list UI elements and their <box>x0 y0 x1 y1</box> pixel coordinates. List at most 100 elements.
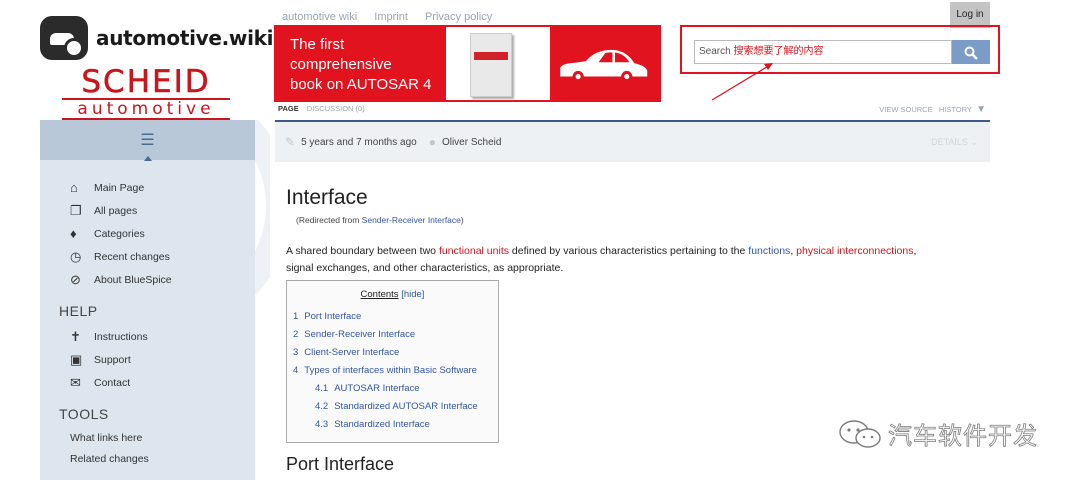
details-toggle[interactable]: DETAILS ⌄ <box>931 137 978 148</box>
automotive-wiki-logo[interactable]: automotive.wiki <box>40 16 274 60</box>
help-nav: ✝ Instructions ▣ Support ✉ Contact <box>40 325 255 394</box>
banner-text: The first comprehensive book on AUTOSAR … <box>276 27 446 100</box>
pages-icon: ❐ <box>70 202 82 218</box>
sidebar: ☰ ⌂ Main Page ❐ All pages ♦ Categories ◷ Rec… <box>40 120 255 480</box>
toc-hide-link[interactable]: [hide] <box>401 289 424 300</box>
toc-item[interactable]: 4 Types of interfaces within Basic Softwa… <box>287 362 498 380</box>
search-input[interactable]: Search 搜索想要了解的内容 <box>694 40 952 64</box>
sidebar-item-label: Support <box>94 353 131 366</box>
redirect-prefix: (Redirected from <box>296 215 362 225</box>
para-text: signal exchanges, and other characterist… <box>286 262 564 274</box>
para-text: defined by various characteristics perta… <box>508 245 749 257</box>
author-name: Oliver Scheid <box>441 136 502 148</box>
toc-label: Port Interface <box>304 311 362 322</box>
user-icon: ● <box>428 135 436 149</box>
tab-page[interactable]: PAGE <box>278 104 299 113</box>
intro-paragraph: A shared boundary between two functional… <box>286 243 976 277</box>
sidebar-item-label: Instructions <box>94 330 148 343</box>
sidebar-item-what-links-here[interactable]: What links here <box>40 428 255 449</box>
download-icon[interactable]: ▼ <box>976 104 986 115</box>
scheid-logo-text: SCHEID <box>81 64 211 100</box>
topnav-site-link[interactable]: automotive wiki <box>282 11 357 23</box>
sidebar-item-label: Categories <box>94 227 145 240</box>
hamburger-icon: ☰ <box>140 132 155 149</box>
toc-list: 1 Port Interface 2 Sender-Receiver Interfa… <box>287 308 498 434</box>
help-section-title: HELP <box>59 303 98 319</box>
automotive-logo-text: automotive <box>62 98 230 120</box>
sidebar-item-instructions[interactable]: ✝ Instructions <box>40 325 255 348</box>
autosar-book-banner[interactable]: The first comprehensive book on AUTOSAR … <box>274 25 661 102</box>
search-placeholder: Search <box>699 46 731 57</box>
wechat-watermark: 汽车软件开发 <box>838 416 1038 451</box>
toc-label: Standardized AUTOSAR Interface <box>334 401 478 412</box>
link-physical-interconnections[interactable]: physical interconnections <box>796 245 913 257</box>
history-link[interactable]: HISTORY <box>939 105 972 114</box>
sidebar-item-label: About BlueSpice <box>94 273 172 286</box>
sidebar-item-label: All pages <box>94 204 138 217</box>
section-heading: Port Interface <box>286 454 395 474</box>
watermark-text: 汽车软件开发 <box>888 422 1038 451</box>
toc-number: 4.3 <box>315 419 329 430</box>
pencil-icon: ✎ <box>285 135 296 149</box>
view-source-link[interactable]: VIEW SOURCE <box>879 105 932 114</box>
tag-icon: ♦ <box>70 226 77 241</box>
toc-item[interactable]: 3 Client-Server Interface <box>287 344 498 362</box>
search-highlight-box: Search 搜索想要了解的内容 <box>680 25 1000 74</box>
sidebar-item-recent-changes[interactable]: ◷ Recent changes <box>40 245 255 268</box>
toc-number: 2 <box>293 329 299 340</box>
sidebar-menu-toggle[interactable]: ☰ <box>40 120 255 161</box>
toc-number: 4 <box>293 365 299 376</box>
topnav-imprint-link[interactable]: Imprint <box>374 11 408 23</box>
scheid-automotive-logo[interactable]: SCHEID automotive <box>62 66 230 120</box>
toc-number: 1 <box>293 311 299 322</box>
car-illustration <box>550 27 659 100</box>
sidebar-nav: ⌂ Main Page ❐ All pages ♦ Categories ◷ Recen… <box>40 176 255 291</box>
sidebar-item-related-changes[interactable]: Related changes <box>40 449 255 470</box>
redirect-suffix: ) <box>460 215 464 225</box>
toc-item[interactable]: 1 Port Interface <box>287 308 498 326</box>
toc-label: Standardized Interface <box>334 419 430 430</box>
toc-item[interactable]: 4.3 Standardized Interface <box>287 416 498 434</box>
page-tabs: PAGE DISCUSSION (0) VIEW SOURCE HISTORY … <box>278 104 990 115</box>
page-meta-bar: ✎ 5 years and 7 months ago ● Oliver Sche… <box>275 122 990 162</box>
sidebar-item-main-page[interactable]: ⌂ Main Page <box>40 176 255 199</box>
sidebar-item-about-bluespice[interactable]: ⊘ About BlueSpice <box>40 268 255 291</box>
author[interactable]: ● Oliver Scheid <box>429 135 502 149</box>
link-functions[interactable]: functions <box>748 245 790 257</box>
wechat-icon <box>839 419 881 448</box>
redirect-link[interactable]: Sender-Receiver Interface <box>362 215 461 225</box>
book-cover-image <box>446 27 550 100</box>
last-edit-time[interactable]: 5 years and 7 months ago <box>301 137 417 148</box>
tab-discussion[interactable]: DISCUSSION (0) <box>307 104 365 113</box>
toc-title: Contents [hide] <box>287 289 498 300</box>
link-functional-units[interactable]: functional units <box>439 245 509 257</box>
sidebar-item-categories[interactable]: ♦ Categories <box>40 222 255 245</box>
chat-icon: ▣ <box>70 351 83 367</box>
sidebar-item-label: Recent changes <box>94 250 170 263</box>
sidebar-item-label: Main Page <box>94 181 145 194</box>
sidebar-item-all-pages[interactable]: ❐ All pages <box>40 199 255 222</box>
toc-item[interactable]: 4.1 AUTOSAR Interface <box>287 380 498 398</box>
redirect-note: (Redirected from Sender-Receiver Interfa… <box>296 215 464 225</box>
tools-section-title: TOOLS <box>59 406 109 422</box>
page-actions: VIEW SOURCE HISTORY ▼ <box>879 104 986 115</box>
sidebar-item-contact[interactable]: ✉ Contact <box>40 371 255 394</box>
page-title: Interface <box>286 186 368 209</box>
toc-label: Types of interfaces within Basic Softwar… <box>304 365 477 376</box>
sidebar-item-support[interactable]: ▣ Support <box>40 348 255 371</box>
para-text: , <box>913 245 917 257</box>
toc-label: Client-Server Interface <box>304 347 400 358</box>
top-navigation: automotive wiki Imprint Privacy policy <box>282 11 506 23</box>
banner-line-3: book on AUTOSAR 4 <box>290 76 432 93</box>
toc-number: 3 <box>293 347 299 358</box>
para-text: A shared boundary between two <box>286 245 439 257</box>
toc-item[interactable]: 2 Sender-Receiver Interface <box>287 326 498 344</box>
site-logo-text: automotive.wiki <box>96 26 274 50</box>
toc-label: AUTOSAR Interface <box>334 383 420 394</box>
clock-icon: ◷ <box>70 248 82 264</box>
toc-item[interactable]: 4.2 Standardized AUTOSAR Interface <box>287 398 498 416</box>
search-icon <box>964 46 978 61</box>
topnav-privacy-link[interactable]: Privacy policy <box>425 11 492 23</box>
car-icon <box>560 49 648 83</box>
search-button[interactable] <box>952 40 990 64</box>
